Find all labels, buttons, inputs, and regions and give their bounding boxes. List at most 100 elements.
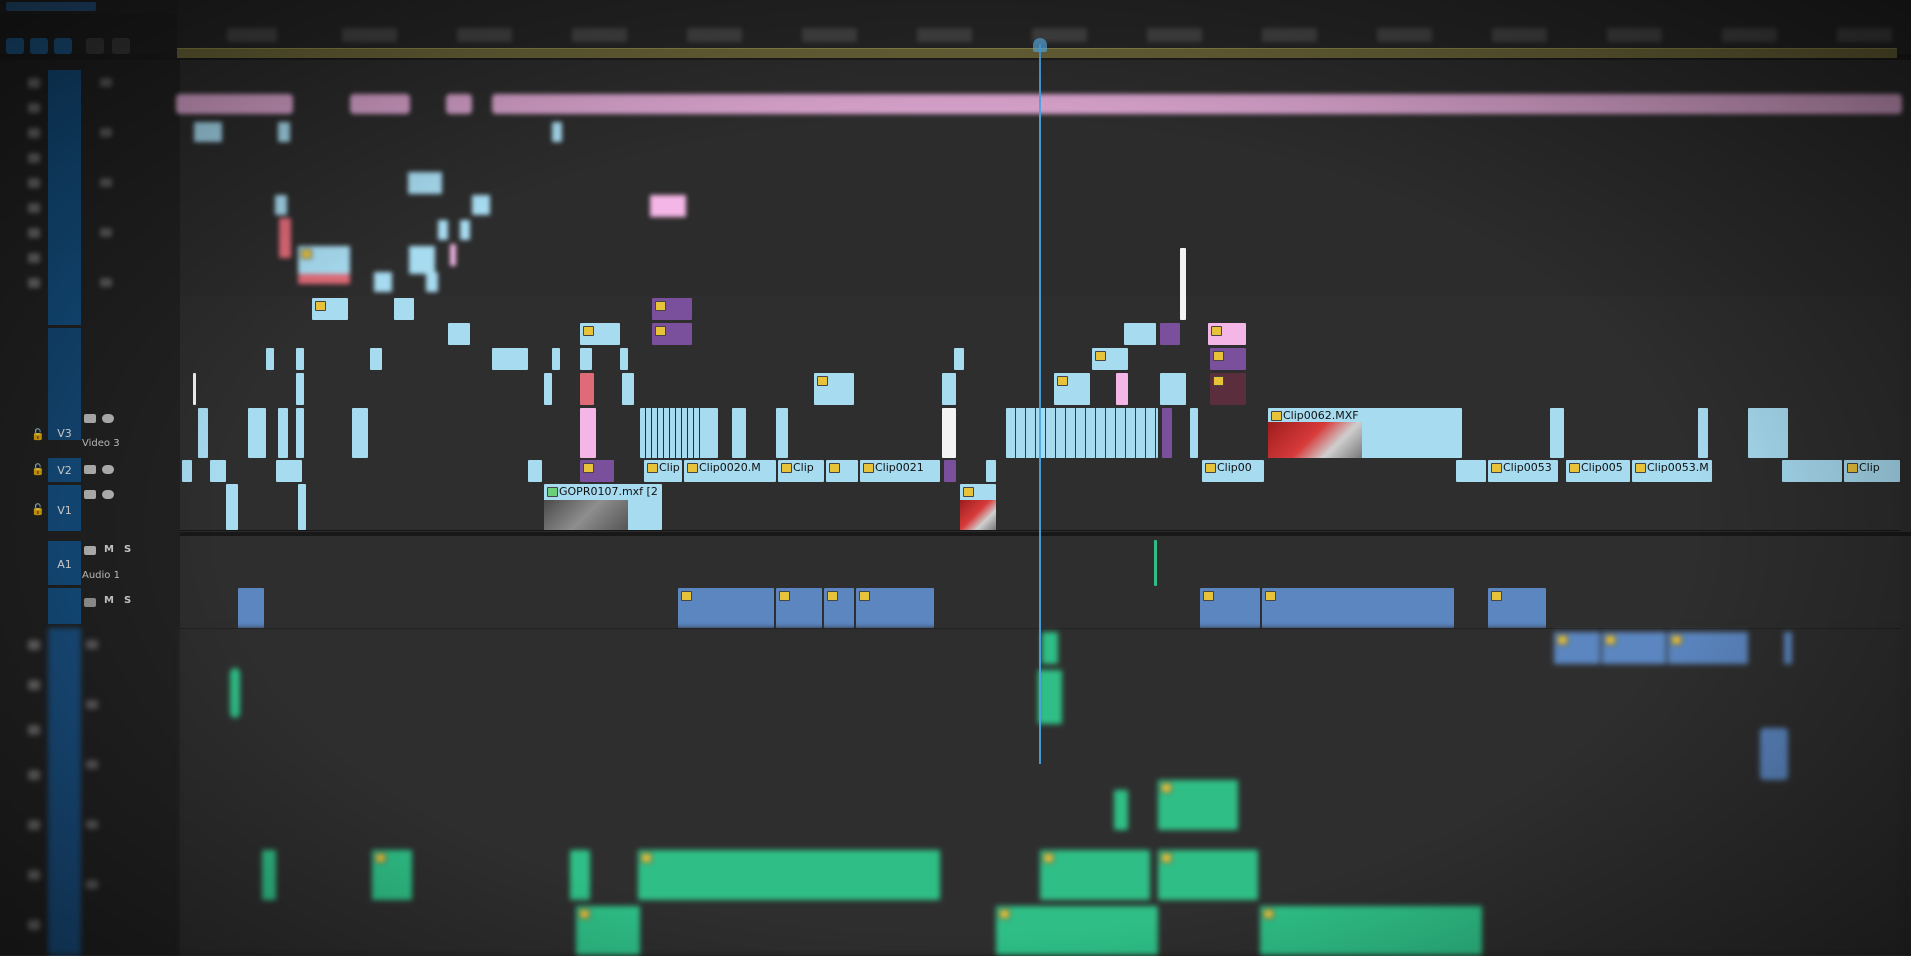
film-icon[interactable] [100, 228, 112, 237]
eye-icon[interactable] [102, 414, 114, 423]
timeline-tracks-area[interactable]: Clip0062.MXF Clip Clip0020.M Clip Clip00… [176, 60, 1911, 956]
video-clip[interactable] [278, 122, 290, 142]
audio-clip[interactable] [570, 850, 590, 900]
video-clip[interactable] [426, 272, 438, 292]
video-clip[interactable] [438, 220, 448, 240]
video-clip[interactable] [298, 246, 350, 274]
video-clip[interactable] [312, 298, 348, 320]
video-clip[interactable] [352, 408, 368, 458]
audio-clip[interactable] [1154, 540, 1157, 586]
video-clip[interactable] [210, 460, 226, 482]
lock-icon[interactable] [28, 870, 40, 880]
video-clip[interactable] [370, 348, 382, 370]
video-clip[interactable] [193, 373, 196, 405]
audio-clip[interactable] [1488, 588, 1546, 628]
audio-clip[interactable] [638, 850, 940, 900]
video-clip[interactable] [1190, 408, 1198, 458]
clip-v2[interactable]: Clip [778, 460, 824, 482]
video-clip[interactable] [1456, 460, 1486, 482]
video-clip[interactable] [374, 272, 392, 292]
lock-icon[interactable] [28, 680, 40, 690]
solo-button[interactable]: S [124, 544, 131, 555]
video-clip[interactable] [580, 323, 620, 345]
video-clip[interactable] [1054, 373, 1090, 405]
film-icon[interactable] [100, 178, 112, 187]
clip-v2[interactable]: Clip00 [1202, 460, 1264, 482]
audio-clip[interactable] [238, 588, 264, 628]
audio-clip[interactable] [230, 668, 240, 718]
track-id-v3[interactable]: V3 [48, 427, 81, 440]
film-icon[interactable] [84, 414, 96, 423]
audio-clip[interactable] [262, 850, 276, 900]
clip-0053[interactable]: Clip0053 [1488, 460, 1558, 482]
audio-clip[interactable] [678, 588, 774, 628]
title-clip[interactable] [580, 408, 596, 458]
lock-icon[interactable] [28, 725, 40, 735]
video-clip[interactable] [552, 122, 562, 142]
v3-target[interactable] [48, 328, 81, 440]
track-id-v2[interactable]: V2 [48, 464, 81, 477]
title-clip[interactable] [1208, 323, 1246, 345]
film-icon[interactable] [84, 465, 96, 474]
video-clip[interactable] [580, 348, 592, 370]
title-clip[interactable] [492, 94, 1902, 114]
video-clip[interactable] [298, 484, 306, 530]
marker-icon[interactable] [54, 38, 72, 54]
video-clip[interactable] [408, 172, 442, 194]
track-id-a1[interactable]: A1 [48, 558, 81, 571]
source-patch-column[interactable] [48, 70, 81, 325]
linked-selection-icon[interactable] [30, 38, 48, 54]
audio-clip[interactable] [824, 588, 854, 628]
mute-button[interactable]: M [104, 595, 114, 606]
video-clip[interactable] [1698, 408, 1708, 458]
film-icon[interactable] [100, 278, 112, 287]
clip-0021[interactable]: Clip0021 [860, 460, 940, 482]
lock-icon[interactable] [28, 278, 40, 288]
video-clip-group[interactable] [1006, 408, 1158, 458]
audio-clip[interactable] [1262, 588, 1454, 628]
lock-icon[interactable] [28, 820, 40, 830]
clip-0062[interactable]: Clip0062.MXF [1268, 408, 1462, 458]
video-clip[interactable] [194, 122, 222, 142]
video-clip[interactable] [622, 373, 634, 405]
video-clip[interactable] [1748, 408, 1788, 458]
adjustment-clip[interactable] [580, 460, 614, 482]
video-clip[interactable] [275, 195, 287, 215]
video-clip[interactable] [1180, 248, 1186, 320]
audio-clip[interactable] [776, 588, 822, 628]
audio-clip[interactable] [1158, 780, 1238, 830]
film-icon[interactable] [84, 546, 96, 555]
audio-clip[interactable] [576, 906, 640, 955]
clip-v2[interactable]: Clip [644, 460, 682, 482]
audio-clip[interactable] [856, 588, 934, 628]
audio-clip[interactable] [1554, 632, 1600, 666]
adjustment-clip[interactable] [652, 298, 692, 320]
lock-icon[interactable] [28, 253, 40, 263]
adjustment-clip[interactable] [1210, 348, 1246, 370]
a2-target[interactable] [48, 588, 81, 624]
audio-clip[interactable] [1038, 670, 1062, 724]
lock-icon[interactable]: 🔓 [31, 503, 45, 516]
speaker-icon[interactable] [86, 700, 98, 709]
video-clip[interactable] [298, 274, 350, 284]
video-clip[interactable] [776, 408, 788, 458]
lock-icon[interactable] [28, 920, 40, 930]
speaker-icon[interactable] [86, 760, 98, 769]
lock-icon[interactable] [28, 78, 40, 88]
film-icon[interactable] [84, 490, 96, 499]
adjustment-clip[interactable] [1210, 373, 1246, 405]
adjustment-clip[interactable] [1162, 408, 1172, 458]
video-clip[interactable] [296, 348, 304, 370]
video-clip[interactable] [544, 373, 552, 405]
audio-clip[interactable] [1042, 632, 1058, 666]
film-icon[interactable] [100, 128, 112, 137]
title-clip[interactable] [176, 94, 293, 114]
title-clip[interactable] [350, 94, 410, 114]
video-clip[interactable] [1550, 408, 1564, 458]
speaker-icon[interactable] [86, 820, 98, 829]
video-clip[interactable] [1160, 373, 1186, 405]
lock-icon[interactable] [28, 128, 40, 138]
video-clip[interactable] [182, 460, 192, 482]
lock-icon[interactable] [28, 770, 40, 780]
video-clip[interactable] [448, 323, 470, 345]
